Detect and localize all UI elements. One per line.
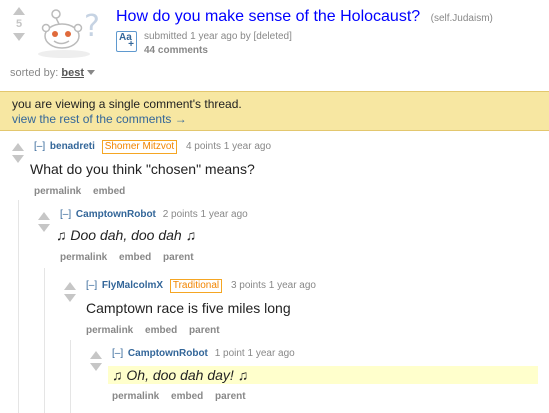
parent-link[interactable]: parent <box>215 391 246 402</box>
comment-meta: 4 points 1 year ago <box>185 141 272 152</box>
sort-menu: sorted by: best <box>10 67 95 79</box>
collapse-toggle[interactable]: [–] <box>112 348 123 359</box>
upvote-arrow-icon[interactable] <box>38 212 50 220</box>
comment-actions: permalink embed <box>34 186 271 197</box>
comment-tagline: [–] CamptownRobot 1 point 1 year ago <box>112 348 538 359</box>
comment-meta: 1 point 1 year ago <box>214 348 295 359</box>
thread-line <box>70 340 71 413</box>
thread-line <box>44 268 45 413</box>
comment-author[interactable]: CamptownRobot <box>76 209 156 220</box>
permalink-link[interactable]: permalink <box>34 186 81 197</box>
comment-author[interactable]: FlyMalcolmX <box>102 280 163 291</box>
comment-body: What do you think "chosen" means? <box>30 161 255 177</box>
parent-link[interactable]: parent <box>163 252 194 263</box>
comment-tagline: [–] CamptownRobot 2 points 1 year ago <box>60 209 248 220</box>
upvote-arrow-icon[interactable] <box>90 351 102 359</box>
notice-text: you are viewing a single comment's threa… <box>12 97 242 111</box>
post-score: 5 <box>15 18 23 30</box>
view-rest-link[interactable]: view the rest of the comments → <box>12 112 537 127</box>
comment-tagline: [–] FlyMalcolmX Traditional 3 points 1 y… <box>86 279 316 293</box>
downvote-arrow-icon[interactable] <box>38 224 50 232</box>
upvote-arrow-icon[interactable] <box>13 7 25 15</box>
comment-author[interactable]: benadreti <box>50 141 95 152</box>
downvote-arrow-icon[interactable] <box>90 363 102 371</box>
embed-link[interactable]: embed <box>119 252 151 263</box>
sort-label: sorted by: <box>10 67 59 79</box>
upvote-arrow-icon[interactable] <box>12 143 24 151</box>
post-domain[interactable]: (self.Judaism) <box>431 13 493 24</box>
collapse-toggle[interactable]: [–] <box>34 141 45 152</box>
comment-body: ♫ Oh, doo dah day! ♫ <box>108 366 538 384</box>
downvote-arrow-icon[interactable] <box>64 294 76 302</box>
comment-tagline: [–] benadreti Shomer Mitzvot 4 points 1 … <box>34 140 271 154</box>
embed-link[interactable]: embed <box>171 391 203 402</box>
comment-meta: 3 points 1 year ago <box>230 280 316 291</box>
comment-body: ♫ Doo dah, doo dah ♫ <box>56 227 197 243</box>
comment-vote <box>38 212 50 232</box>
single-thread-notice: you are viewing a single comment's threa… <box>0 91 549 131</box>
permalink-link[interactable]: permalink <box>86 325 133 336</box>
comment-body: Camptown race is five miles long <box>86 300 291 316</box>
svg-text:?: ? <box>84 9 100 44</box>
collapse-toggle[interactable]: [–] <box>60 209 71 220</box>
comment-vote <box>64 282 76 302</box>
embed-link[interactable]: embed <box>93 186 125 197</box>
user-flair: Shomer Mitzvot <box>101 140 178 154</box>
parent-link[interactable]: parent <box>189 325 220 336</box>
reddit-alien-thumbnail-icon[interactable]: ? <box>34 6 104 58</box>
title-line: How do you make sense of the Holocaust? … <box>116 8 493 26</box>
comment-actions: permalink embed parent <box>86 325 316 336</box>
user-flair: Traditional <box>169 279 223 293</box>
post-title-link[interactable]: How do you make sense of the Holocaust? <box>116 8 420 25</box>
post-tagline: submitted 1 year ago by [deleted] <box>144 31 292 42</box>
post-vote: 5 <box>12 7 26 41</box>
permalink-link[interactable]: permalink <box>112 391 159 402</box>
comment-author[interactable]: CamptownRobot <box>128 348 208 359</box>
comment-vote <box>90 351 102 371</box>
comment-actions: permalink embed parent <box>60 252 248 263</box>
post-header: 5 ? How do you make sense of the Holocau… <box>8 4 548 60</box>
chevron-down-icon[interactable] <box>87 70 95 75</box>
sort-dropdown[interactable]: best <box>61 67 84 79</box>
collapse-toggle[interactable]: [–] <box>86 280 97 291</box>
downvote-arrow-icon[interactable] <box>13 33 25 41</box>
comment-actions: permalink embed parent <box>112 391 538 402</box>
expando-plus: + <box>128 39 134 50</box>
embed-link[interactable]: embed <box>145 325 177 336</box>
permalink-link[interactable]: permalink <box>60 252 107 263</box>
thread-line <box>18 200 19 413</box>
comment-vote <box>12 143 24 163</box>
comments-link[interactable]: 44 comments <box>144 45 208 56</box>
downvote-arrow-icon[interactable] <box>12 155 24 163</box>
text-post-expando-icon[interactable]: Aa + <box>116 31 137 52</box>
comment-meta: 2 points 1 year ago <box>162 209 248 220</box>
upvote-arrow-icon[interactable] <box>64 282 76 290</box>
